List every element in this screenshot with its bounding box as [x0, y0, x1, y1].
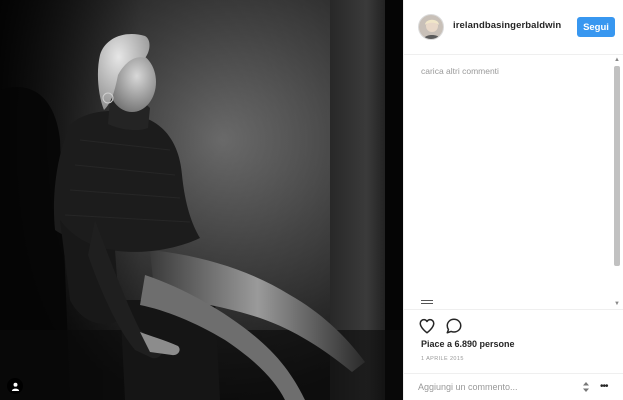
add-comment-section: •••	[404, 373, 623, 400]
comment-button[interactable]	[445, 317, 463, 335]
heart-outline-icon	[419, 318, 435, 334]
post-date[interactable]: 1 APRILE 2015	[421, 356, 464, 362]
post-sidebar: irelandbasingerbaldwin Segui carica altr…	[403, 0, 623, 400]
comments-list: carica altri commenti	[404, 56, 623, 306]
comments-scrollbar[interactable]: ▲ ▼	[613, 56, 621, 308]
load-more-comments-link[interactable]: carica altri commenti	[421, 66, 499, 76]
more-options-icon[interactable]: •••	[600, 382, 608, 392]
post-photo[interactable]	[0, 0, 403, 400]
post-actions: Piace a 6.890 persone 1 APRILE 2015	[404, 309, 623, 373]
avatar-image	[419, 15, 443, 39]
like-button[interactable]	[418, 317, 436, 335]
scroll-up-arrow-icon[interactable]: ▲	[613, 56, 621, 64]
follow-button[interactable]: Segui	[577, 17, 615, 37]
post-image	[0, 0, 403, 400]
speech-bubble-icon	[446, 318, 462, 334]
scrollbar-thumb[interactable]	[614, 66, 620, 266]
scroll-down-arrow-icon[interactable]: ▼	[613, 300, 621, 308]
username-link[interactable]: irelandbasingerbaldwin	[453, 20, 561, 31]
partial-comment	[421, 300, 433, 304]
user-tag-button[interactable]	[7, 378, 23, 394]
avatar[interactable]	[418, 14, 444, 40]
likes-count[interactable]: Piace a 6.890 persone	[421, 339, 515, 349]
expand-icon[interactable]	[582, 382, 590, 392]
post-header: irelandbasingerbaldwin Segui	[404, 0, 623, 55]
add-comment-input[interactable]	[418, 378, 568, 396]
person-icon	[11, 382, 19, 391]
